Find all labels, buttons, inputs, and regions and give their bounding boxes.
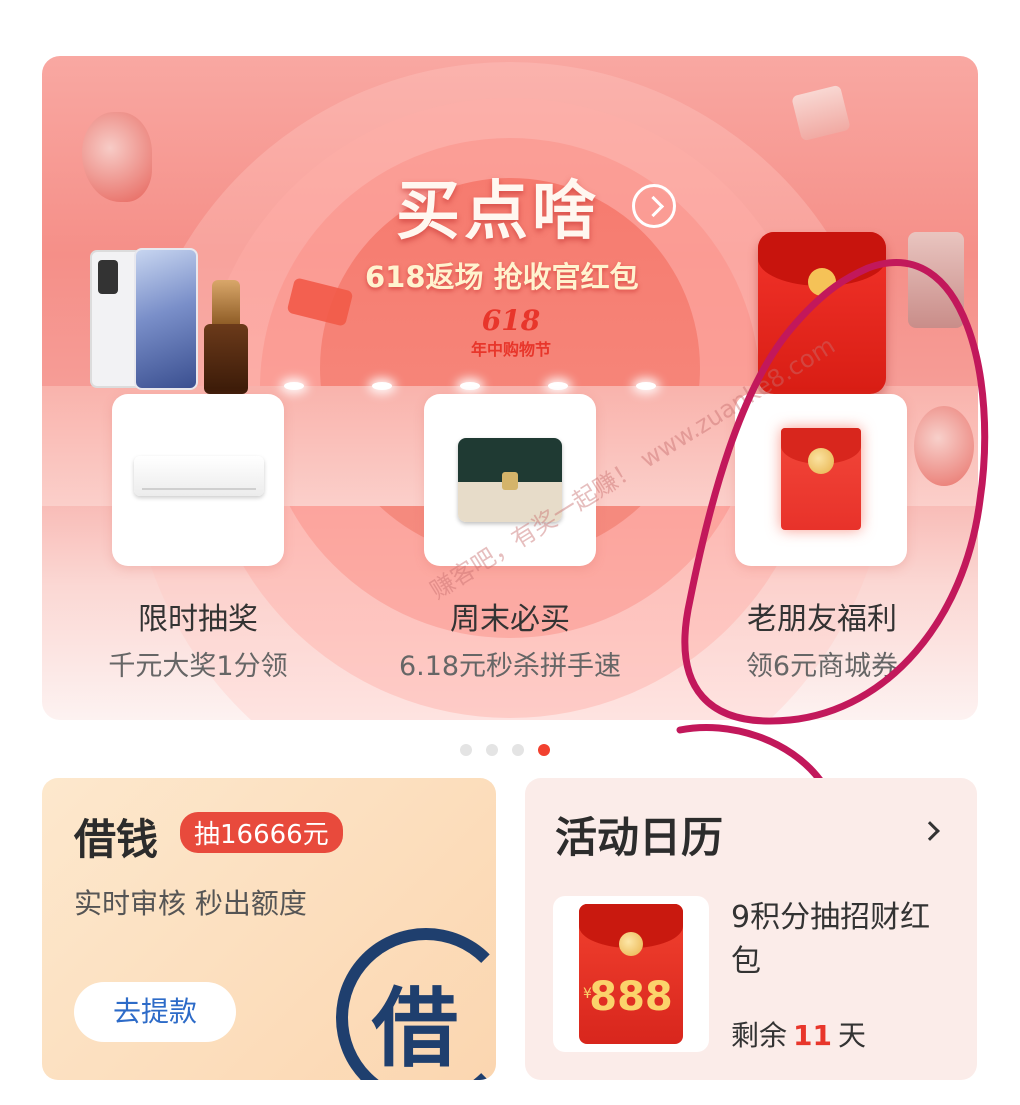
red-envelope-icon: ¥ 888 — [579, 904, 683, 1044]
loan-stamp-char: 借 — [372, 978, 458, 1079]
activity-thumbnail[interactable]: ¥ 888 — [553, 896, 709, 1052]
stage-light — [460, 382, 480, 390]
promo-banner[interactable]: 买点啥 618返场 抢收官红包 618 年中购物节 限时抽奖 千元大奖1分领 周… — [42, 56, 978, 720]
loan-card[interactable]: 借钱 抽16666元 实时审核 秒出额度 去提款 借 — [42, 778, 496, 1080]
envelope-amount: 888 — [589, 974, 673, 1020]
loan-badge: 抽16666元 — [180, 812, 343, 853]
calendar-title: 活动日历 — [555, 813, 724, 862]
tile-label[interactable]: 周末必买 — [354, 594, 666, 638]
koi-fish-icon — [914, 406, 974, 486]
pagination-dot[interactable] — [460, 744, 472, 756]
tile-sublabel: 千元大奖1分领 — [108, 651, 288, 682]
serum-bottle-image — [204, 324, 248, 394]
tile-sublabel: 6.18元秒杀拼手速 — [398, 651, 622, 682]
activity-calendar-card[interactable]: 活动日历 ¥ 888 9积分抽招财红包 剩余 11 天 — [525, 778, 977, 1080]
chevron-right-icon[interactable] — [920, 821, 940, 841]
coin-icon — [619, 932, 643, 956]
air-conditioner-icon — [134, 456, 264, 496]
loan-title: 借钱 — [74, 815, 159, 864]
banner-subtitle: 618返场 抢收官红包 — [365, 260, 639, 294]
pagination-dot[interactable] — [486, 744, 498, 756]
logo-text: 年中购物节 — [470, 340, 551, 359]
serum-bottle-image — [212, 280, 240, 326]
tile-label[interactable]: 限时抽奖 — [42, 594, 354, 638]
stage-light — [284, 382, 304, 390]
cosmetic-jar-image — [908, 232, 964, 328]
tile-old-friend-benefit[interactable] — [735, 394, 907, 566]
stage-light — [636, 382, 656, 390]
koi-fish-icon — [82, 112, 152, 202]
pagination-dot-active[interactable] — [538, 744, 550, 756]
remaining-days-count: 11 — [793, 1019, 832, 1052]
stage-light — [548, 382, 568, 390]
carousel-pagination — [460, 744, 550, 756]
red-envelope-icon — [781, 428, 861, 530]
chevron-right-icon[interactable] — [632, 184, 676, 228]
gift-box-icon — [791, 84, 851, 142]
stage-light — [372, 382, 392, 390]
withdraw-button[interactable]: 去提款 — [74, 982, 236, 1042]
logo-number: 618 — [481, 304, 541, 337]
loan-description: 实时审核 秒出额度 — [74, 887, 307, 920]
tile-limited-lottery[interactable] — [112, 394, 284, 566]
618-festival-logo: 618 年中购物节 — [456, 304, 566, 364]
pagination-dot[interactable] — [512, 744, 524, 756]
tile-label[interactable]: 老朋友福利 — [666, 594, 978, 638]
remaining-prefix: 剩余 — [731, 1019, 788, 1052]
remaining-days: 剩余 11 天 — [731, 1014, 866, 1054]
activity-title[interactable]: 9积分抽招财红包 — [731, 896, 951, 984]
banner-title[interactable]: 买点啥 — [396, 160, 600, 252]
tile-sublabel: 领6元商城券 — [745, 651, 899, 682]
phone-product-image — [134, 248, 198, 390]
remaining-suffix: 天 — [837, 1019, 866, 1052]
